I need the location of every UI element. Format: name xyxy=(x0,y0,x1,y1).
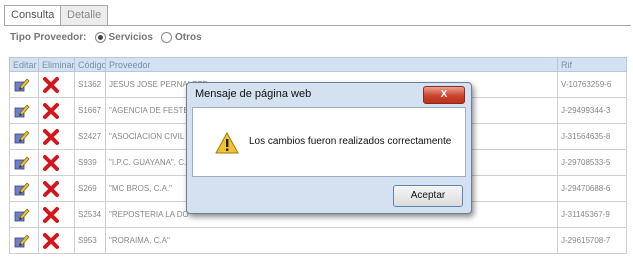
delete-icon[interactable] xyxy=(42,180,60,198)
code-cell: S2427 xyxy=(74,123,106,150)
radio-otros[interactable] xyxy=(160,32,172,43)
delete-cell xyxy=(38,149,75,176)
code-cell: S939 xyxy=(74,149,106,176)
provider-type-filter: Tipo Proveedor: Servicios Otros xyxy=(10,32,202,43)
delete-icon[interactable] xyxy=(42,154,60,172)
message-dialog: Mensaje de página web X Los cambios fuer… xyxy=(186,82,472,214)
delete-icon[interactable] xyxy=(42,76,60,94)
dialog-body: Los cambios fueron realizados correctame… xyxy=(192,107,466,177)
edit-icon[interactable] xyxy=(13,76,31,94)
rif-cell: V-10763259-6 xyxy=(557,71,627,98)
rif-cell: J-31145367-9 xyxy=(557,201,627,228)
code-cell: S1362 xyxy=(74,71,106,98)
edit-icon[interactable] xyxy=(13,180,31,198)
accept-button[interactable]: Aceptar xyxy=(393,185,463,207)
dialog-close-button[interactable]: X xyxy=(423,86,465,104)
provider-cell: "RORAIMA, C.A" xyxy=(105,227,558,254)
col-editar[interactable]: Editar xyxy=(9,57,39,72)
edit-icon[interactable] xyxy=(13,206,31,224)
dialog-title: Mensaje de página web xyxy=(195,88,312,100)
edit-cell xyxy=(9,227,39,254)
code-cell: S269 xyxy=(74,175,106,202)
edit-icon[interactable] xyxy=(13,154,31,172)
table-row[interactable]: S953 "RORAIMA, C.A" J-29615708-7 xyxy=(9,227,627,254)
delete-icon[interactable] xyxy=(42,232,60,250)
delete-cell xyxy=(38,97,75,124)
code-cell: S2534 xyxy=(74,201,106,228)
col-eliminar[interactable]: Eliminar xyxy=(38,57,75,72)
radio-servicios-label: Servicios xyxy=(108,32,153,43)
rif-cell: J-29499344-3 xyxy=(557,97,627,124)
grid-header: Editar Eliminar Código Proveedor Rif xyxy=(9,57,627,72)
delete-icon[interactable] xyxy=(42,102,60,120)
delete-icon[interactable] xyxy=(42,206,60,224)
radio-servicios[interactable] xyxy=(94,32,106,43)
filter-label: Tipo Proveedor: xyxy=(10,32,87,43)
col-rif[interactable]: Rif xyxy=(557,57,627,72)
delete-cell xyxy=(38,227,75,254)
tab-detalle[interactable]: Detalle xyxy=(60,5,109,25)
edit-icon[interactable] xyxy=(13,128,31,146)
edit-cell xyxy=(9,123,39,150)
tab-divider xyxy=(4,25,631,26)
delete-cell xyxy=(38,123,75,150)
delete-cell xyxy=(38,201,75,228)
delete-icon[interactable] xyxy=(42,128,60,146)
edit-cell xyxy=(9,175,39,202)
code-cell: S953 xyxy=(74,227,106,254)
delete-cell xyxy=(38,71,75,98)
col-codigo[interactable]: Código xyxy=(74,57,106,72)
edit-icon[interactable] xyxy=(13,232,31,250)
edit-cell xyxy=(9,97,39,124)
tab-consulta[interactable]: Consulta xyxy=(4,5,62,26)
radio-otros-label: Otros xyxy=(174,32,202,43)
rif-cell: J-29708533-5 xyxy=(557,149,627,176)
delete-cell xyxy=(38,175,75,202)
edit-icon[interactable] xyxy=(13,102,31,120)
rif-cell: J-31564635-8 xyxy=(557,123,627,150)
rif-cell: J-29615708-7 xyxy=(557,227,627,254)
dialog-message: Los cambios fueron realizados correctame… xyxy=(249,136,452,147)
code-cell: S1667 xyxy=(74,97,106,124)
warning-icon xyxy=(215,132,239,154)
col-proveedor[interactable]: Proveedor xyxy=(105,57,558,72)
edit-cell xyxy=(9,201,39,228)
rif-cell: J-29470688-6 xyxy=(557,175,627,202)
edit-cell xyxy=(9,71,39,98)
edit-cell xyxy=(9,149,39,176)
